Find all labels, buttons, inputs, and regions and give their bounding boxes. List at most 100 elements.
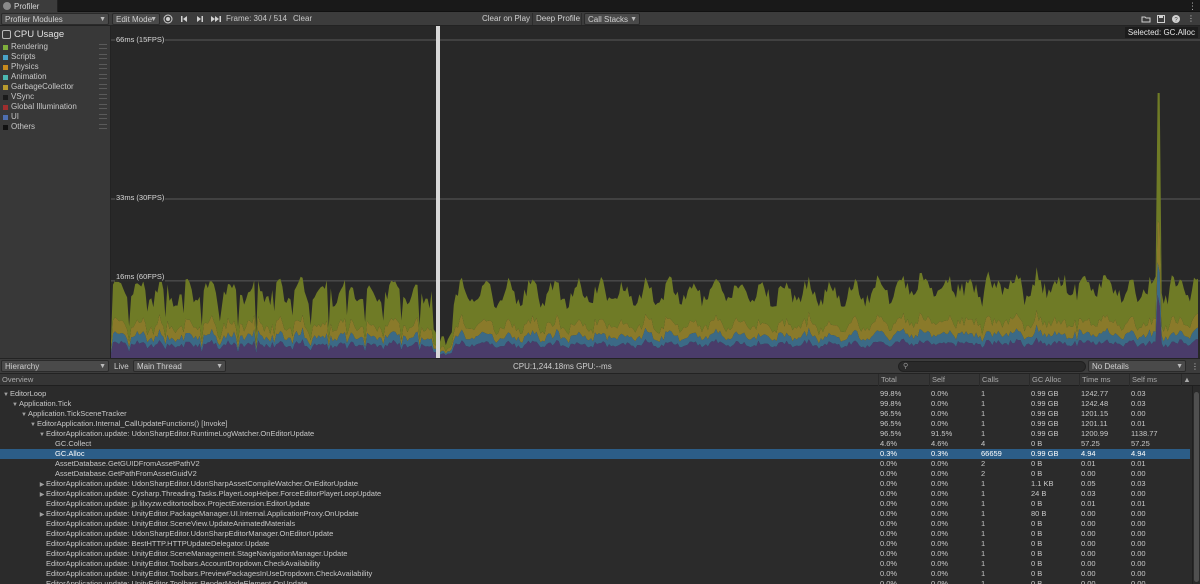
row-name-cell: EditorApplication.update: UdonSharpEdito… (0, 529, 876, 539)
table-row[interactable]: EditorApplication.update: UdonSharpEdito… (0, 529, 1190, 539)
drag-handle-icon[interactable] (99, 74, 107, 79)
module-legend-item[interactable]: Scripts (1, 52, 109, 62)
fold-closed-icon[interactable]: ▶ (38, 480, 46, 489)
view-type-dropdown[interactable]: Hierarchy ▼ (1, 360, 109, 372)
table-row[interactable]: GC.Collect 4.6% 4.6% 4 0 B 57.25 57.25 (0, 439, 1190, 449)
table-row[interactable]: ▼EditorApplication.Internal_CallUpdateFu… (0, 419, 1190, 429)
table-row[interactable]: ▶ EditorApplication.update: UnityEditor.P… (0, 509, 1190, 519)
row-name: EditorApplication.update: jp.lilxyzw.edi… (46, 499, 310, 508)
table-row[interactable]: AssetDatabase.GetGUIDFromAssetPathV2 0.0%… (0, 459, 1190, 469)
fold-open-icon[interactable]: ▼ (2, 390, 10, 399)
more-icon[interactable]: ⋮ (1191, 361, 1199, 373)
drag-handle-icon[interactable] (99, 104, 107, 109)
drag-handle-icon[interactable] (99, 84, 107, 89)
module-legend-item[interactable]: Physics (1, 62, 109, 72)
table-row[interactable]: EditorApplication.update: BestHTTP.HTTPU… (0, 539, 1190, 549)
row-self-ms: 57.25 (1131, 439, 1150, 448)
step-back-icon[interactable] (178, 13, 190, 25)
scrollbar-thumb[interactable] (1194, 392, 1199, 582)
profiler-modules-dropdown[interactable]: Profiler Modules ▼ (1, 13, 109, 25)
table-row[interactable]: EditorApplication.update: UnityEditor.To… (0, 569, 1190, 579)
record-icon[interactable] (162, 13, 174, 25)
drag-handle-icon[interactable] (99, 54, 107, 59)
table-row[interactable]: EditorApplication.update: UnityEditor.Sc… (0, 519, 1190, 529)
module-legend-item[interactable]: Animation (1, 72, 109, 82)
cpu-usage-chart[interactable]: 66ms (15FPS) 33ms (30FPS) 16ms (60FPS) S… (111, 26, 1200, 358)
thread-dropdown[interactable]: Main Thread ▼ (133, 360, 226, 372)
row-total: 0.0% (880, 579, 898, 584)
deep-profile-button[interactable]: Deep Profile (534, 13, 582, 25)
fold-open-icon[interactable]: ▼ (29, 420, 37, 429)
table-row[interactable]: ▼Application.TickSceneTracker 96.5% 0.0% 1 0… (0, 409, 1190, 419)
cpu-usage-module-header[interactable]: CPU Usage (2, 28, 64, 40)
more-icon[interactable]: ⋮ (1188, 1, 1197, 11)
search-input[interactable]: ⚲ (898, 361, 1086, 372)
column-total[interactable]: Total (878, 374, 929, 386)
live-toggle[interactable]: Live (114, 361, 129, 373)
selected-frame-marker[interactable] (436, 26, 440, 358)
legend-swatch (3, 115, 8, 120)
sort-arrow-icon[interactable]: ▲ (1181, 374, 1192, 386)
table-row[interactable]: ▼Application.Tick 99.8% 0.0% 1 0.99 GB 1242.4… (0, 399, 1190, 409)
table-row[interactable]: ▶ EditorApplication.update: Cysharp.Threa… (0, 489, 1190, 499)
call-stacks-dropdown[interactable]: Call Stacks ▼ (584, 13, 640, 25)
drag-handle-icon[interactable] (99, 124, 107, 129)
row-calls: 1 (981, 429, 986, 438)
module-legend-item[interactable]: Global Illumination (1, 102, 109, 112)
table-row[interactable]: GC.Alloc 0.3% 0.3% 66659 0.99 GB 4.94 4.94 (0, 449, 1190, 459)
load-icon[interactable] (1140, 13, 1152, 25)
table-row[interactable]: ▼EditorApplication.update: UdonSharpEdit… (0, 429, 1190, 439)
help-icon[interactable]: ? (1170, 13, 1182, 25)
clear-button[interactable]: Clear (293, 12, 312, 26)
module-legend-item[interactable]: GarbageCollector (1, 82, 109, 92)
column-time-ms[interactable]: Time ms (1079, 374, 1129, 386)
module-legend-item[interactable]: Others (1, 122, 109, 132)
edit-mode-dropdown[interactable]: Edit Mode ▼ (112, 13, 160, 25)
fold-closed-icon[interactable]: ▶ (38, 510, 46, 519)
module-legend-item[interactable]: UI (1, 112, 109, 122)
drag-handle-icon[interactable] (99, 94, 107, 99)
more-icon[interactable]: ⋮ (1185, 13, 1197, 25)
table-scrollbar[interactable] (1192, 386, 1200, 584)
column-calls[interactable]: Calls (979, 374, 1029, 386)
table-row[interactable]: EditorApplication.update: UnityEditor.To… (0, 579, 1190, 584)
fold-open-icon[interactable]: ▼ (20, 410, 28, 419)
column-overview[interactable]: Overview (0, 374, 878, 386)
cpu-usage-chart-svg (111, 26, 1200, 358)
table-row[interactable]: ▶ EditorApplication.update: UdonSharpEdit… (0, 479, 1190, 489)
module-legend-list: Rendering Scripts Physics Animation GarbageC… (1, 42, 109, 132)
fold-open-icon[interactable]: ▼ (11, 400, 19, 409)
table-row[interactable]: EditorApplication.update: UnityEditor.Sc… (0, 549, 1190, 559)
last-frame-icon[interactable] (210, 13, 222, 25)
legend-swatch (3, 55, 8, 60)
fold-closed-icon[interactable]: ▶ (38, 490, 46, 499)
save-icon[interactable] (1155, 13, 1167, 25)
column-gc-alloc[interactable]: GC Alloc (1029, 374, 1079, 386)
table-row[interactable]: ▼EditorLoop 99.8% 0.0% 1 0.99 GB 1242.77 0.03 (0, 389, 1190, 399)
drag-handle-icon[interactable] (99, 44, 107, 49)
row-time-ms: 1201.11 (1081, 419, 1108, 428)
tab-profiler[interactable]: Profiler (0, 0, 58, 12)
row-name: EditorApplication.update: UnityEditor.To… (46, 579, 308, 584)
row-total: 0.0% (880, 539, 898, 548)
step-forward-icon[interactable] (194, 13, 206, 25)
table-row[interactable]: EditorApplication.update: jp.lilxyzw.edi… (0, 499, 1190, 509)
row-name: GC.Alloc (55, 449, 85, 458)
details-dropdown[interactable]: No Details ▼ (1088, 360, 1186, 372)
module-legend-item[interactable]: Rendering (1, 42, 109, 52)
drag-handle-icon[interactable] (99, 114, 107, 119)
table-row[interactable]: AssetDatabase.GetPathFromAssetGuidV2 0.0%… (0, 469, 1190, 479)
clear-on-play-button[interactable]: Clear on Play (480, 13, 533, 25)
module-legend-item[interactable]: VSync (1, 92, 109, 102)
drag-handle-icon[interactable] (99, 64, 107, 69)
table-row[interactable]: EditorApplication.update: UnityEditor.To… (0, 559, 1190, 569)
row-self-ms: 0.00 (1131, 469, 1146, 478)
fold-open-icon[interactable]: ▼ (38, 430, 46, 439)
row-name-cell: EditorApplication.update: UnityEditor.Sc… (0, 519, 876, 529)
column-self[interactable]: Self (929, 374, 979, 386)
row-total: 96.5% (880, 429, 902, 438)
row-self: 0.0% (931, 489, 949, 498)
row-total: 96.5% (880, 419, 902, 428)
row-calls: 1 (981, 499, 986, 508)
column-self-ms[interactable]: Self ms (1129, 374, 1181, 386)
